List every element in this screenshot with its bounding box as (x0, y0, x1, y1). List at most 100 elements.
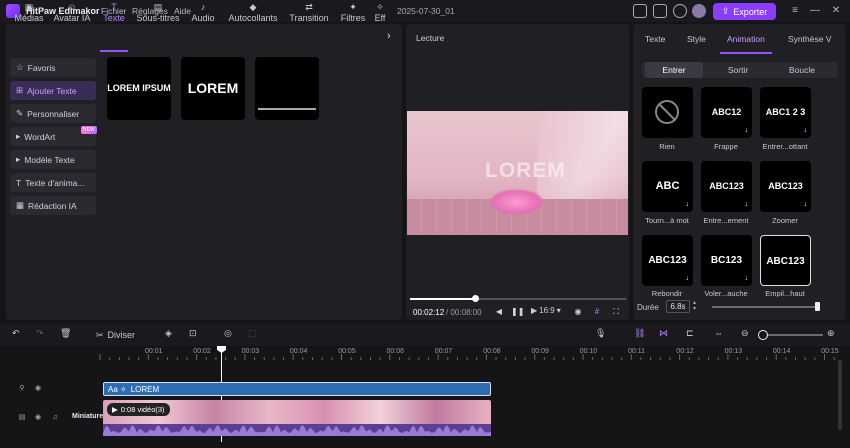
message-icon[interactable] (653, 4, 667, 18)
tab-transition[interactable]: ⇄ Transition (285, 2, 333, 28)
anim-card-entrer-lentement[interactable]: ABC123 ↓ (701, 161, 752, 212)
text-box-icon[interactable]: ⊡ (189, 328, 197, 342)
duree-input[interactable]: 6.8s (666, 300, 690, 313)
anim-card-zoomer[interactable]: ABC123 ↓ (760, 161, 811, 212)
snap-icon[interactable]: ⊏ (686, 328, 694, 342)
split-button[interactable]: ✂ Diviser (96, 328, 135, 342)
zoom-slider-knob[interactable] (758, 330, 768, 340)
sidebar-item-modele-texte[interactable]: ▸ Modèle Texte (10, 150, 96, 169)
link-icon[interactable]: ⛓ (634, 328, 645, 342)
fullscreen-icon[interactable]: ⛶ (610, 306, 622, 318)
caret-right-icon: ▸ (16, 154, 21, 164)
anim-text-icon: T (16, 177, 22, 188)
snapshot-icon[interactable]: ◉ (572, 306, 584, 318)
sidebar-item-redaction-ia[interactable]: ▦ Rédaction IA (10, 196, 96, 215)
caret-right-icon: ▸ (16, 131, 21, 141)
play-circle-icon: ▶ (112, 405, 118, 414)
duree-slider[interactable] (712, 306, 820, 308)
redo-icon[interactable]: ↷ (36, 328, 44, 342)
tab-audio[interactable]: ♪ Audio (186, 2, 220, 28)
text-template-thumb[interactable]: LOREM (181, 57, 245, 120)
download-icon[interactable] (673, 4, 687, 18)
anim-card-frappe[interactable]: ABC12 ↓ (701, 87, 752, 138)
menu-icon[interactable]: ≡ (788, 4, 802, 18)
tab-sous-titres[interactable]: ▤ Sous-titres (133, 2, 183, 28)
add-text-icon: ⊞ (16, 85, 24, 95)
eye-icon[interactable]: ◉ (33, 413, 43, 423)
tab-texte[interactable]: T Texte (98, 2, 130, 28)
rtab-texte[interactable]: Texte (645, 34, 665, 44)
rtab-animation[interactable]: Animation (727, 34, 765, 44)
tick-label: 00:03 (241, 348, 260, 355)
zoom-in-icon[interactable]: ⊕ (827, 328, 835, 342)
anim-card-rien[interactable] (642, 87, 693, 138)
anim-card-voler-gauche[interactable]: BC123 ↓ (701, 235, 752, 286)
grid-icon[interactable]: # (591, 306, 603, 318)
marker-icon[interactable]: ◈ (165, 328, 172, 342)
avatar-icon: ☺ (67, 2, 77, 12)
microphone-icon[interactable]: 🎙 (595, 328, 606, 342)
tab-medias[interactable]: ▣ Médias (9, 2, 49, 28)
minimize-icon[interactable]: — (808, 4, 822, 18)
music-icon: ♪ (200, 2, 206, 12)
tick-label: 00:09 (531, 348, 549, 355)
text-template-thumb[interactable]: LOREM IPSUM (107, 57, 171, 120)
preview-video[interactable]: LOREM (407, 111, 628, 235)
video-track-icon[interactable]: ▤ (17, 413, 27, 423)
sidebar-item-texte-anime[interactable]: T Texte d'anima... (10, 173, 96, 192)
miniature-label[interactable]: Miniature (72, 413, 103, 420)
duree-stepper[interactable]: ▴ ▾ (693, 300, 696, 312)
text-template-thumb[interactable] (255, 57, 319, 120)
split-icon: ✂ (96, 329, 104, 340)
overlay-text: LOREM (485, 159, 566, 182)
subtab-entrer[interactable]: Entrer (645, 62, 703, 78)
tab-autocollants[interactable]: ◆ Autocollants (224, 2, 282, 28)
text-clip[interactable]: Aa ✧ LOREM (103, 382, 491, 396)
progress-knob[interactable] (472, 295, 479, 302)
undo-icon[interactable]: ↶ (12, 328, 20, 342)
ruler-ticks (99, 354, 835, 360)
rtab-style[interactable]: Style (687, 34, 706, 44)
anim-card-rebondir[interactable]: ABC123 ↓ (642, 235, 693, 286)
time-current: 00:02:12 (413, 308, 445, 317)
anim-card-empiler-haut[interactable]: ABC123 (760, 235, 811, 286)
subtab-sortir[interactable]: Sortir (709, 62, 767, 78)
rtab-underline (720, 52, 772, 54)
tick-label: 00:04 (289, 348, 308, 355)
eye-icon[interactable]: ◉ (33, 384, 43, 394)
delete-icon[interactable]: 🗑 (60, 328, 71, 342)
avatar[interactable] (692, 4, 706, 18)
rtab-synthese-vocale[interactable]: Synthèse V (788, 34, 844, 44)
pause-icon[interactable]: ❚❚ (511, 306, 524, 318)
freeze-icon[interactable]: ◎ (224, 328, 232, 342)
close-icon[interactable]: ✕ (829, 4, 843, 18)
anim-card-entrer-flottant[interactable]: ABC1 2 3 ↓ (760, 87, 811, 138)
sidebar-item-personnaliser[interactable]: ✎ Personnaliser (10, 104, 96, 123)
prev-frame-icon[interactable]: ◀ (493, 306, 505, 318)
zoom-out-icon[interactable]: ⊖ (741, 328, 749, 342)
tab-effets[interactable]: ✧ Eff (372, 2, 388, 28)
tab-avatar-ia[interactable]: ☺ Avatar IA (50, 2, 94, 28)
anim-label: Rebondir (651, 289, 683, 297)
duree-slider-knob[interactable] (815, 302, 820, 311)
crop-icon[interactable]: ⬚ (248, 328, 257, 342)
audio-waveform (103, 424, 491, 436)
export-button[interactable]: ⇪ Exporter (713, 3, 776, 20)
volume-icon[interactable]: ♫ (50, 413, 60, 423)
screen-icon[interactable] (633, 4, 647, 18)
timeline-scrollbar[interactable] (838, 360, 842, 430)
chevron-right-icon[interactable]: › (387, 30, 391, 42)
anim-card-tourner-mot[interactable]: ABC ↓ (642, 161, 693, 212)
ratio-select[interactable]: ▶ 16:9 ▾ (531, 306, 561, 315)
fit-icon[interactable]: ⇔ (714, 328, 723, 342)
tab-filtres[interactable]: ✦ Filtres (336, 2, 370, 28)
lock-icon[interactable]: ⚲ (17, 384, 27, 394)
tick-label: 00:07 (434, 348, 453, 355)
zoom-slider[interactable] (766, 334, 823, 336)
magnet-icon[interactable]: ⋈ (659, 328, 668, 342)
sidebar-item-favoris[interactable]: ☆ Favoris (10, 58, 96, 77)
subtab-boucle[interactable]: Boucle (773, 62, 831, 78)
timeline-ruler[interactable] (70, 346, 836, 360)
sidebar-item-ajouter-texte[interactable]: ⊞ Ajouter Texte (10, 81, 96, 100)
media-icon: ▣ (24, 2, 34, 12)
